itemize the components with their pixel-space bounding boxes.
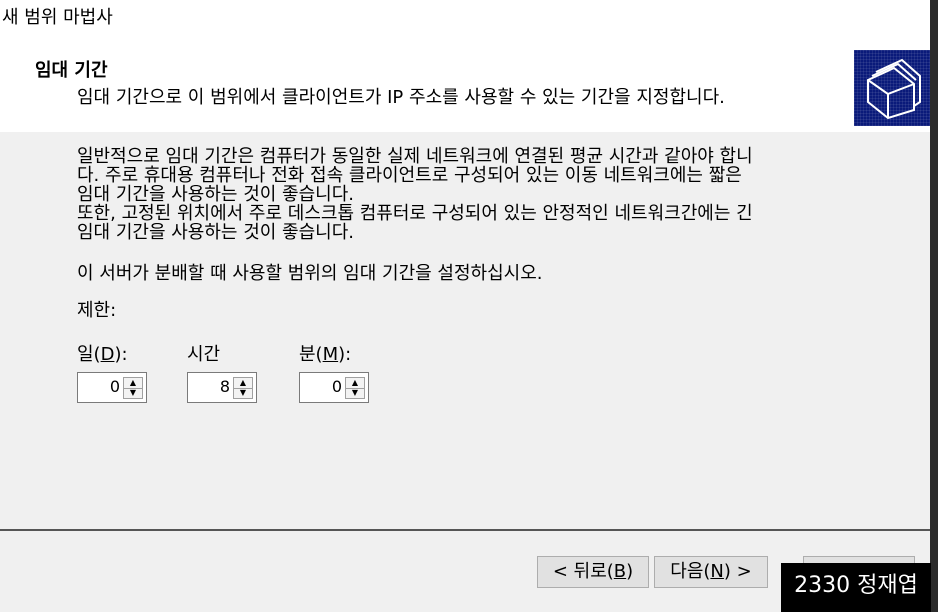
- hours-spin-arrows[interactable]: ▲ ▼: [233, 377, 253, 399]
- back-button[interactable]: < 뒤로(B): [537, 556, 649, 588]
- folders-icon: [854, 50, 930, 126]
- days-label: 일(D):: [77, 344, 128, 365]
- spin-down-icon[interactable]: ▼: [234, 387, 252, 399]
- spin-up-icon[interactable]: ▲: [234, 378, 252, 388]
- spin-down-icon[interactable]: ▼: [124, 387, 142, 399]
- window-edge: [930, 0, 938, 612]
- footer-separator: [0, 529, 930, 531]
- hours-label: 시간: [187, 344, 221, 365]
- window-title: 새 범위 마법사: [0, 0, 932, 38]
- spin-up-icon[interactable]: ▲: [346, 378, 364, 388]
- days-value[interactable]: 0: [110, 377, 120, 396]
- description-paragraph-1: 일반적으로 임대 기간은 컴퓨터가 동일한 실제 네트워크에 연결된 평균 시간…: [77, 146, 753, 205]
- hours-spinbox[interactable]: 8 ▲ ▼: [187, 372, 257, 403]
- limit-label: 제한:: [77, 300, 117, 321]
- description-paragraph-2: 또한, 고정된 위치에서 주로 데스크톱 컴퓨터로 구성되어 있는 안정적인 네…: [77, 203, 753, 243]
- instruction-text: 이 서버가 분배할 때 사용할 범위의 임대 기간을 설정하십시오.: [77, 263, 543, 284]
- next-button[interactable]: 다음(N) >: [654, 556, 768, 588]
- header-subtitle: 임대 기간으로 이 범위에서 클라이언트가 IP 주소를 사용할 수 있는 기간…: [77, 87, 725, 108]
- hours-value[interactable]: 8: [220, 377, 230, 396]
- minutes-spinbox[interactable]: 0 ▲ ▼: [299, 372, 369, 403]
- spin-down-icon[interactable]: ▼: [346, 387, 364, 399]
- minutes-label: 분(M):: [299, 344, 352, 365]
- days-spin-arrows[interactable]: ▲ ▼: [123, 377, 143, 399]
- days-spinbox[interactable]: 0 ▲ ▼: [77, 372, 147, 403]
- minutes-spin-arrows[interactable]: ▲ ▼: [345, 377, 365, 399]
- spin-up-icon[interactable]: ▲: [124, 378, 142, 388]
- wizard-header: 임대 기간 임대 기간으로 이 범위에서 클라이언트가 IP 주소를 사용할 수…: [0, 38, 930, 132]
- description: 일반적으로 임대 기간은 컴퓨터가 동일한 실제 네트워크에 연결된 평균 시간…: [77, 147, 847, 242]
- minutes-value[interactable]: 0: [332, 377, 342, 396]
- header-title: 임대 기간: [35, 60, 108, 81]
- name-badge: 2330 정재엽: [781, 563, 931, 612]
